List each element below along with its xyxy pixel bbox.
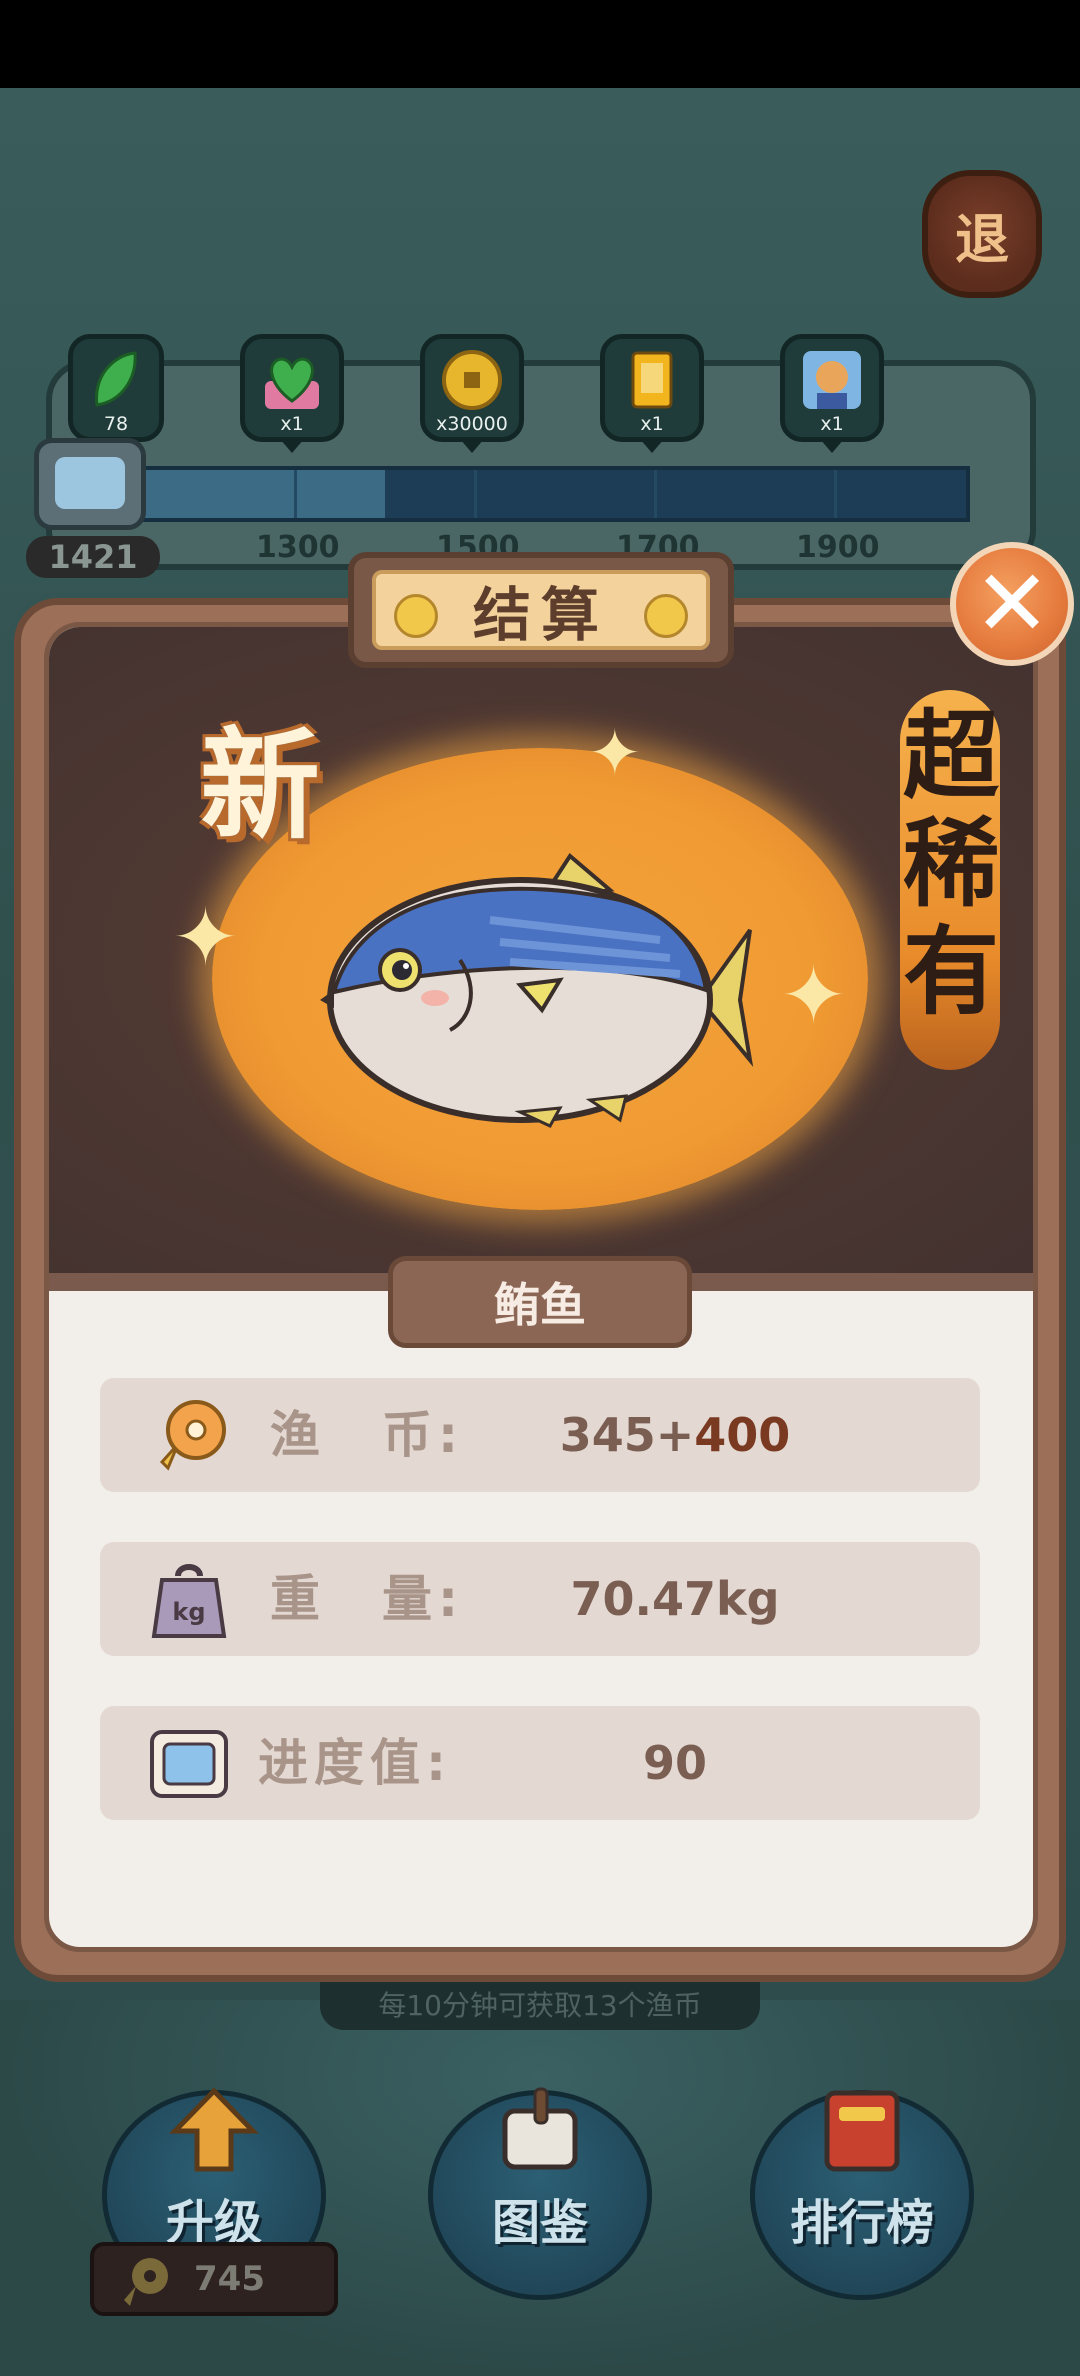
sparkle-icon: ✦ [780, 949, 848, 1042]
card-icon [619, 347, 685, 413]
reward-slot[interactable]: x1 [780, 334, 884, 453]
progress-card-icon [150, 1730, 228, 1798]
album-button[interactable]: 图鉴 [428, 2087, 652, 2300]
reward-slot[interactable]: x1 [600, 334, 704, 453]
album-book-icon [502, 2087, 578, 2170]
fish-name-plate: 鲔鱼 [388, 1256, 692, 1348]
reward-slot[interactable]: x1 [240, 334, 344, 453]
fish-coin-icon [159, 1400, 226, 1471]
coin-rate-hint: 每10分钟可获取13个渔币 [320, 1982, 760, 2030]
coin-balance: 745 [90, 2242, 338, 2316]
coin-icon [394, 594, 438, 638]
reward-slot[interactable]: x30000 [420, 334, 524, 453]
leaderboard-label: 排行榜 [789, 2195, 934, 2251]
stat-value: 90 [642, 1736, 707, 1790]
exit-button[interactable]: 退 [922, 170, 1042, 298]
stat-value: 70.47kg [570, 1572, 780, 1626]
reward-count: x30000 [436, 413, 508, 435]
fish-name: 鲔鱼 [494, 1278, 586, 1332]
leaderboard-button[interactable]: 排行榜 [750, 2090, 974, 2300]
milestone-label: 1900 [796, 530, 880, 565]
fish-coin-icon [124, 2258, 168, 2306]
exit-label: 退 [955, 207, 1009, 271]
dialog-title: 结算 [472, 581, 609, 649]
reward-count: x1 [820, 413, 844, 435]
progress-bar [120, 466, 970, 522]
weight-kg-icon: kg [151, 1564, 227, 1638]
sparkle-icon: ✦ [588, 717, 642, 791]
rarity-label: 超稀有 [903, 700, 999, 1028]
coin-balance-value: 745 [194, 2259, 265, 2299]
sparkle-icon: ✦ [172, 891, 240, 984]
character-icon [799, 347, 865, 413]
heart-gift-icon [259, 347, 325, 413]
status-bar [0, 0, 1080, 88]
reward-count: x1 [640, 413, 664, 435]
progress-value: 1421 [26, 536, 160, 578]
reward-track-panel [46, 360, 1036, 570]
progress-card-icon [34, 438, 146, 530]
album-label: 图鉴 [491, 2195, 588, 2251]
leaderboard-book-icon [824, 2090, 900, 2172]
milestone-label: 1300 [256, 530, 340, 565]
close-icon: ✕ [973, 550, 1051, 657]
reward-count: 78 [103, 413, 129, 435]
upgrade-arrow-icon [169, 2087, 259, 2172]
stat-row-progress: 进度值: 90 [100, 1706, 980, 1820]
close-button[interactable]: ✕ [950, 542, 1074, 666]
gold-coin-icon [439, 347, 505, 413]
reward-slot[interactable]: 78 [68, 334, 164, 453]
dialog-title-plate: 结算 [348, 552, 734, 668]
stat-value: 345+ [559, 1408, 695, 1462]
stat-row-weight: kg 重 量: 70.47kg [100, 1542, 980, 1656]
stat-row-coins: 渔 币: 345+400 [100, 1378, 980, 1492]
reward-count: x1 [280, 413, 304, 435]
new-badge: 新 [200, 717, 320, 856]
green-leaf-icon [83, 347, 149, 413]
stat-bonus-value: 400 [694, 1408, 791, 1462]
coin-icon [644, 594, 688, 638]
svg-text:kg: kg [172, 1598, 205, 1626]
tuna-fish-image [320, 853, 754, 1128]
progress-fill [124, 470, 386, 518]
